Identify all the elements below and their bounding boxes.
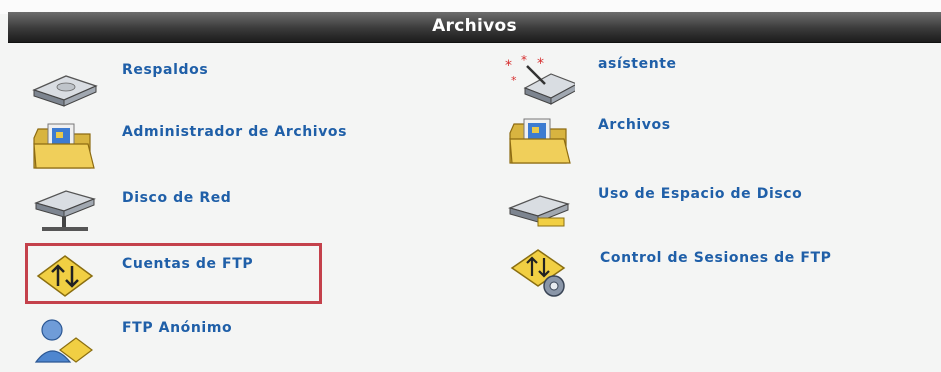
- svg-text:*: *: [505, 58, 512, 74]
- administrador-de-archivos-label: Administrador de Archivos: [122, 124, 348, 140]
- ftp-anonimo-link[interactable]: FTP Anónimo: [30, 316, 290, 363]
- archivos-link[interactable]: Archivos: [506, 113, 736, 169]
- panel-title: Archivos: [432, 16, 517, 36]
- anonymous-ftp-icon: [34, 319, 93, 363]
- wizard-icon: * * * *: [505, 53, 575, 105]
- uso-de-espacio-de-disco-label: Uso de Espacio de Disco: [598, 186, 803, 202]
- archivos-label: Archivos: [598, 117, 671, 133]
- administrador-de-archivos-link[interactable]: Administrador de Archivos: [30, 118, 410, 174]
- network-disk-icon: [33, 190, 97, 231]
- uso-de-espacio-de-disco-link[interactable]: Uso de Espacio de Disco: [506, 180, 886, 236]
- svg-text:*: *: [537, 56, 544, 72]
- folder-icon: [509, 118, 571, 164]
- respaldos-link[interactable]: Respaldos: [30, 60, 280, 116]
- highlight-box: [25, 243, 322, 304]
- backup-drive-icon: [32, 75, 98, 107]
- asistente-label: asístente: [598, 56, 677, 72]
- disco-de-red-link[interactable]: Disco de Red: [30, 185, 290, 241]
- control-de-sesiones-de-ftp-link[interactable]: Control de Sesiones de FTP: [508, 246, 918, 302]
- respaldos-label: Respaldos: [122, 62, 209, 78]
- panel-header: Archivos: [8, 12, 941, 43]
- ftp-anonimo-label: FTP Anónimo: [122, 320, 233, 336]
- disk-usage-icon: [507, 195, 571, 227]
- asistente-link[interactable]: * * * * asístente: [505, 52, 735, 108]
- ftp-sessions-icon: [510, 249, 566, 297]
- svg-text:*: *: [521, 53, 527, 67]
- folder-icon: [33, 123, 95, 169]
- svg-text:*: *: [511, 74, 517, 87]
- control-de-sesiones-de-ftp-label: Control de Sesiones de FTP: [600, 250, 832, 266]
- disco-de-red-label: Disco de Red: [122, 190, 232, 206]
